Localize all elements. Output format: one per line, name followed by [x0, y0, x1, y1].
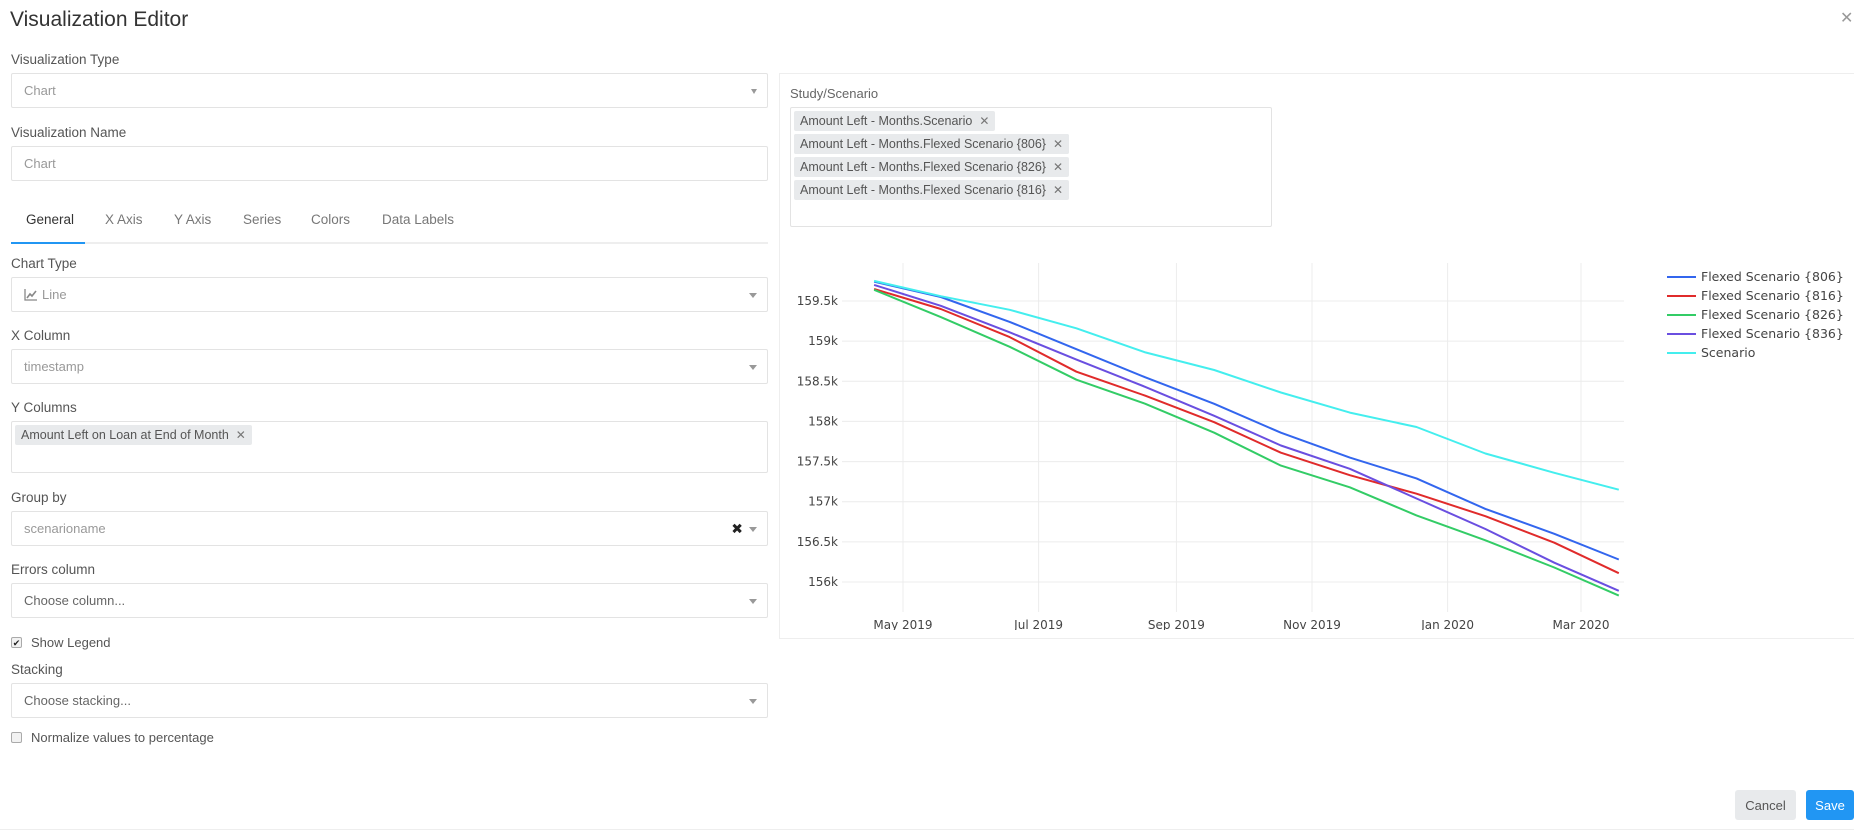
stacking-select[interactable]: Choose stacking...: [11, 683, 768, 718]
y-column-tag-label: Amount Left on Loan at End of Month: [21, 428, 229, 442]
chart-type-label: Chart Type: [11, 256, 77, 271]
errors-column-select[interactable]: Choose column...: [11, 583, 768, 618]
x-column-select[interactable]: timestamp: [11, 349, 768, 384]
visualization-name-input[interactable]: Chart: [11, 146, 768, 181]
chart-type-value: Line: [42, 287, 67, 302]
visualization-type-label: Visualization Type: [11, 52, 120, 67]
series-lines: [873, 279, 1620, 597]
visualization-type-select[interactable]: Chart: [11, 73, 768, 108]
chart: 156k 156.5k 157k 157.5k 158k 158.5k 159k 159.5k…: [779, 250, 1854, 632]
line-chart: 156k 156.5k 157k 157.5k 158k 158.5k 159k 159.5k…: [797, 263, 1844, 632]
remove-tag-icon[interactable]: ✕: [236, 428, 246, 442]
legend-label: Flexed Scenario {826}: [1701, 307, 1844, 322]
show-legend-checkbox[interactable]: ✔ Show Legend: [11, 635, 111, 650]
chevron-down-icon: [749, 698, 757, 704]
series-line: [873, 288, 1620, 597]
x-tick-label: Jul 2019: [1013, 618, 1063, 630]
group-by-value: scenarioname: [24, 521, 106, 536]
group-by-select[interactable]: scenarioname ✖: [11, 511, 768, 546]
scenario-tag-label: Amount Left - Months.Flexed Scenario {81…: [800, 183, 1046, 197]
normalize-label: Normalize values to percentage: [31, 730, 214, 745]
y-columns-select[interactable]: Amount Left on Loan at End of Month ✕: [11, 421, 768, 473]
y-tick-label: 157.5k: [797, 455, 838, 469]
tab-bar: General X Axis Y Axis Series Colors Data…: [11, 206, 768, 244]
checkmark-icon[interactable]: ✔: [11, 637, 22, 648]
y-tick-label: 158k: [808, 414, 838, 428]
remove-tag-icon[interactable]: ✕: [1053, 183, 1063, 197]
stacking-placeholder: Choose stacking...: [24, 693, 131, 708]
tab-y-axis[interactable]: Y Axis: [174, 212, 211, 227]
chevron-down-icon: [749, 526, 757, 532]
legend-label: Flexed Scenario {816}: [1701, 288, 1844, 303]
y-tick-label: 156k: [808, 575, 838, 589]
tab-series[interactable]: Series: [243, 212, 281, 227]
grid-lines: [842, 263, 1624, 612]
scenario-tag: Amount Left - Months.Flexed Scenario {80…: [794, 134, 1070, 154]
footer-divider: [0, 829, 1854, 830]
page-title: Visualization Editor: [10, 8, 189, 31]
x-tick-label: May 2019: [873, 618, 932, 630]
scenario-tag-label: Amount Left - Months.Flexed Scenario {82…: [800, 160, 1046, 174]
normalize-checkbox[interactable]: Normalize values to percentage: [11, 730, 214, 745]
chevron-down-icon: [749, 598, 757, 604]
legend-label: Flexed Scenario {836}: [1701, 326, 1844, 341]
scenario-tag: Amount Left - Months.Flexed Scenario {81…: [794, 180, 1070, 200]
x-column-value: timestamp: [24, 359, 84, 374]
y-tick-label: 156.5k: [797, 535, 838, 549]
save-button[interactable]: Save: [1806, 790, 1854, 820]
active-tab-indicator: [11, 242, 85, 244]
stacking-label: Stacking: [11, 662, 63, 677]
study-scenario-label: Study/Scenario: [790, 86, 879, 101]
clear-icon[interactable]: ✖: [731, 520, 743, 537]
y-tick-label: 158.5k: [797, 374, 838, 388]
tab-data-labels[interactable]: Data Labels: [382, 212, 454, 227]
show-legend-label: Show Legend: [31, 635, 111, 650]
line-chart-icon: [24, 288, 38, 301]
tab-x-axis[interactable]: X Axis: [105, 212, 143, 227]
remove-tag-icon[interactable]: ✕: [979, 114, 989, 128]
cancel-button[interactable]: Cancel: [1735, 790, 1796, 820]
scenario-tag-label: Amount Left - Months.Scenario: [800, 114, 973, 128]
visualization-name-value: Chart: [24, 156, 56, 171]
close-icon[interactable]: ✕: [1840, 8, 1854, 27]
remove-tag-icon[interactable]: ✕: [1053, 137, 1063, 151]
chart-type-select[interactable]: Line: [11, 277, 768, 312]
y-tick-label: 159.5k: [797, 294, 838, 308]
checkbox-unchecked[interactable]: [11, 732, 22, 743]
y-columns-label: Y Columns: [11, 400, 77, 415]
x-column-label: X Column: [11, 328, 71, 343]
scenario-tag: Amount Left - Months.Scenario ✕: [794, 111, 996, 131]
x-tick-label: Sep 2019: [1148, 618, 1205, 630]
tab-colors[interactable]: Colors: [311, 212, 350, 227]
x-tick-label: Mar 2020: [1553, 618, 1610, 630]
chevron-down-icon: [749, 292, 757, 298]
legend: Flexed Scenario {806} Flexed Scenario {81…: [1667, 269, 1844, 360]
study-scenario-select[interactable]: Amount Left - Months.Scenario ✕ Amount Lef…: [790, 107, 1272, 227]
y-tick-label: 159k: [808, 334, 838, 348]
x-tick-label: Nov 2019: [1283, 618, 1341, 630]
errors-column-placeholder: Choose column...: [24, 593, 126, 608]
chevron-down-icon: [751, 88, 757, 94]
remove-tag-icon[interactable]: ✕: [1053, 160, 1063, 174]
y-column-tag: Amount Left on Loan at End of Month ✕: [15, 425, 252, 445]
scenario-tag: Amount Left - Months.Flexed Scenario {82…: [794, 157, 1070, 177]
y-tick-label: 157k: [808, 495, 838, 509]
scenario-tag-label: Amount Left - Months.Flexed Scenario {80…: [800, 137, 1046, 151]
x-axis-ticks: May 2019 Jul 2019 Sep 2019 Nov 2019 Jan 2020…: [873, 618, 1610, 632]
legend-label: Flexed Scenario {806}: [1701, 269, 1844, 284]
errors-column-label: Errors column: [11, 562, 96, 577]
legend-label: Scenario: [1701, 345, 1755, 360]
x-tick-label: Jan 2020: [1420, 618, 1474, 630]
chevron-down-icon: [749, 364, 757, 370]
visualization-type-value: Chart: [24, 83, 56, 98]
group-by-label: Group by: [11, 490, 67, 505]
visualization-name-label: Visualization Name: [11, 125, 127, 140]
y-axis-ticks: 156k 156.5k 157k 157.5k 158k 158.5k 159k 159.5k: [797, 294, 838, 589]
tab-general[interactable]: General: [26, 212, 74, 227]
